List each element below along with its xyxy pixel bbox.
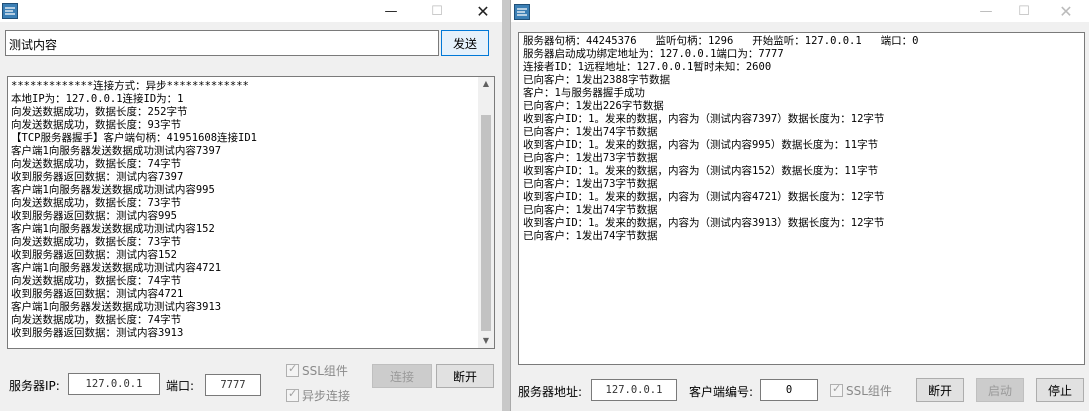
server-log-line: 已向客户：1发出74字节数据 bbox=[523, 204, 658, 216]
client-log-line: 收到服务器返回数据：测试内容995 bbox=[11, 210, 177, 222]
client-log-line: 客户端1向服务器发送数据成功测试内容7397 bbox=[11, 145, 222, 157]
client-log-line: 收到服务器返回数据：测试内容7397 bbox=[11, 171, 184, 183]
client-log-line: 向发送数据成功，数据长度：74字节 bbox=[11, 314, 182, 326]
server-log-line: 收到客户ID：1。发来的数据，内容为（测试内容4721）数据长度为：12字节 bbox=[523, 191, 885, 203]
server-ssl-checkbox[interactable]: SSL组件 bbox=[830, 382, 892, 399]
server-address-label: 服务器地址: bbox=[518, 385, 583, 399]
server-log-line: 服务器启动成功绑定地址为：127.0.0.1端口为：7777 bbox=[523, 48, 784, 60]
client-log-scrollbar[interactable]: ▲ ▼ bbox=[478, 77, 494, 348]
server-log-line: 已向客户：1发出74字节数据 bbox=[523, 230, 658, 242]
close-icon[interactable]: ✕ bbox=[1049, 0, 1083, 22]
client-log-line: 收到服务器返回数据：测试内容4721 bbox=[11, 288, 184, 300]
server-log-text: 服务器句柄：44245376 监听句柄：1296 开始监听：127.0.0.1 … bbox=[523, 35, 1081, 361]
server-window: — ☐ ✕ 服务器句柄：44245376 监听句柄：1296 开始监听：127.… bbox=[510, 0, 1089, 411]
async-check-icon bbox=[286, 387, 299, 402]
server-log-line: 已向客户：1发出73字节数据 bbox=[523, 152, 658, 164]
client-log-line: 收到服务器返回数据：测试内容152 bbox=[11, 249, 177, 261]
async-checkbox-label: 异步连接 bbox=[302, 389, 351, 403]
message-input[interactable]: 测试内容 bbox=[5, 30, 439, 56]
scroll-thumb[interactable] bbox=[481, 115, 491, 331]
close-icon[interactable]: ✕ bbox=[466, 0, 500, 22]
client-no-label: 客户端编号: bbox=[689, 385, 754, 399]
server-log-line: 收到客户ID：1。发来的数据，内容为（测试内容152）数据长度为：11字节 bbox=[523, 165, 879, 177]
server-log-line: 已向客户：1发出226字节数据 bbox=[523, 100, 664, 112]
client-log-line: 收到服务器返回数据：测试内容3913 bbox=[11, 327, 184, 339]
port-field[interactable]: 7777 bbox=[205, 374, 261, 396]
client-log-line: 客户端1向服务器发送数据成功测试内容152 bbox=[11, 223, 215, 235]
async-checkbox[interactable]: 异步连接 bbox=[286, 387, 350, 404]
server-log-line: 客户：1与服务器握手成功 bbox=[523, 87, 645, 99]
ssl-checkbox-label: SSL组件 bbox=[302, 364, 348, 378]
stop-button[interactable]: 停止 bbox=[1036, 378, 1084, 402]
server-log-line: 收到客户ID：1。发来的数据，内容为（测试内容995）数据长度为：11字节 bbox=[523, 139, 879, 151]
scroll-down-icon[interactable]: ▼ bbox=[478, 334, 494, 348]
desktop-gap bbox=[502, 0, 510, 411]
port-label: 端口: bbox=[166, 379, 195, 393]
client-log-line: 本地IP为：127.0.0.1连接ID为：1 bbox=[11, 93, 184, 105]
ssl-check-icon bbox=[286, 362, 299, 377]
client-log-line: *************连接方式：异步************* bbox=[11, 80, 249, 92]
send-button[interactable]: 发送 bbox=[441, 30, 489, 56]
maximize-icon[interactable]: ☐ bbox=[1007, 0, 1041, 22]
client-disconnect-button[interactable]: 断开 bbox=[436, 364, 494, 388]
client-log-line: 向发送数据成功，数据长度：73字节 bbox=[11, 236, 182, 248]
maximize-icon[interactable]: ☐ bbox=[420, 0, 454, 22]
app-icon bbox=[2, 3, 18, 19]
client-log-line: 向发送数据成功，数据长度：74字节 bbox=[11, 275, 182, 287]
server-ssl-checkbox-label: SSL组件 bbox=[846, 384, 892, 398]
client-no-field[interactable]: 0 bbox=[760, 379, 818, 401]
client-log-text: *************连接方式：异步************* 本地IP为：1… bbox=[11, 80, 477, 345]
client-log-line: 向发送数据成功，数据长度：93字节 bbox=[11, 119, 182, 131]
server-log-line: 收到客户ID：1。发来的数据，内容为（测试内容7397）数据长度为：12字节 bbox=[523, 113, 885, 125]
server-log-line: 收到客户ID：1。发来的数据，内容为（测试内容3913）数据长度为：12字节 bbox=[523, 217, 885, 229]
server-ip-field[interactable]: 127.0.0.1 bbox=[68, 373, 160, 395]
server-titlebar: — ☐ ✕ bbox=[511, 0, 1089, 22]
server-ssl-check-icon bbox=[830, 382, 843, 397]
client-log-line: 向发送数据成功，数据长度：74字节 bbox=[11, 158, 182, 170]
server-log-line: 已向客户：1发出74字节数据 bbox=[523, 126, 658, 138]
client-log-line: 向发送数据成功，数据长度：252字节 bbox=[11, 106, 188, 118]
client-titlebar: — ☐ ✕ bbox=[0, 0, 502, 22]
server-disconnect-button[interactable]: 断开 bbox=[916, 378, 964, 402]
app-icon bbox=[514, 4, 530, 20]
client-log[interactable]: *************连接方式：异步************* 本地IP为：1… bbox=[7, 76, 495, 349]
connect-button[interactable]: 连接 bbox=[372, 364, 432, 388]
server-log-line: 已向客户：1发出2388字节数据 bbox=[523, 74, 671, 86]
server-ip-label: 服务器IP: bbox=[9, 379, 60, 393]
minimize-icon[interactable]: — bbox=[969, 0, 1003, 22]
start-button[interactable]: 启动 bbox=[976, 378, 1024, 402]
client-log-line: 客户端1向服务器发送数据成功测试内容4721 bbox=[11, 262, 222, 274]
client-log-line: 【TCP服务器握手】客户端句柄：41951608连接ID1 bbox=[11, 132, 258, 144]
client-window: — ☐ ✕ 测试内容 发送 *************连接方式：异步******… bbox=[0, 0, 502, 411]
client-log-line: 客户端1向服务器发送数据成功测试内容3913 bbox=[11, 301, 222, 313]
ssl-checkbox[interactable]: SSL组件 bbox=[286, 362, 348, 379]
client-log-line: 向发送数据成功，数据长度：73字节 bbox=[11, 197, 182, 209]
message-input-value: 测试内容 bbox=[9, 38, 58, 52]
client-log-line: 客户端1向服务器发送数据成功测试内容995 bbox=[11, 184, 215, 196]
server-address-field[interactable]: 127.0.0.1 bbox=[591, 379, 677, 401]
server-log-line: 服务器句柄：44245376 监听句柄：1296 开始监听：127.0.0.1 … bbox=[523, 35, 919, 47]
server-log-line: 连接者ID：1远程地址：127.0.0.1暂时未知：2600 bbox=[523, 61, 772, 73]
server-log[interactable]: 服务器句柄：44245376 监听句柄：1296 开始监听：127.0.0.1 … bbox=[518, 32, 1085, 365]
server-log-line: 已向客户：1发出73字节数据 bbox=[523, 178, 658, 190]
minimize-icon[interactable]: — bbox=[374, 0, 408, 22]
scroll-up-icon[interactable]: ▲ bbox=[478, 77, 494, 91]
